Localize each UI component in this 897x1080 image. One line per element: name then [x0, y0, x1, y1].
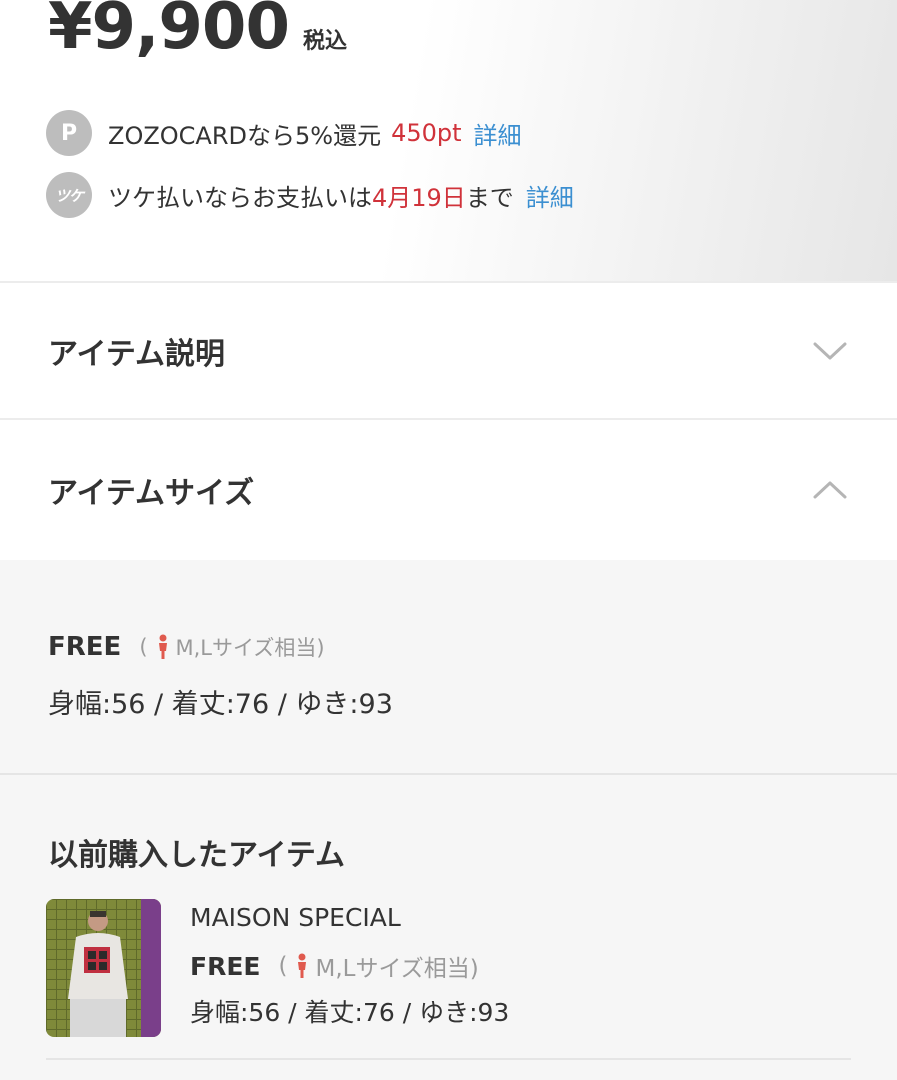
- size-line: FREE ( M,Lサイズ相当): [48, 632, 325, 662]
- size-note-open: (: [139, 635, 148, 659]
- tsuke-row: ツケ ツケ払いならお支払いは 4月19日 まで 詳細: [46, 172, 574, 218]
- tsuke-text-after: まで: [465, 183, 514, 212]
- chevron-up-icon: [813, 481, 847, 498]
- item-description-accordion[interactable]: アイテム説明: [0, 283, 897, 420]
- item-divider: [46, 1058, 851, 1060]
- person-icon: [298, 953, 307, 978]
- tsuke-detail-link[interactable]: 詳細: [526, 178, 574, 213]
- points-icon: P: [46, 110, 92, 156]
- item-description-title: アイテム説明: [48, 336, 225, 372]
- previous-items-title: 以前購入したアイテム: [48, 838, 345, 873]
- price: ¥9,900: [48, 0, 290, 64]
- price-section: ¥9,900 税込 P ZOZOCARDなら5%還元 450pt 詳細 ツケ ツ…: [0, 0, 897, 283]
- item-photo: [46, 899, 161, 1037]
- tsuke-text-before: ツケ払いならお支払いは: [108, 183, 372, 212]
- previous-size-note-open: (: [278, 953, 288, 979]
- tsuke-date: 4月19日: [372, 183, 466, 212]
- previous-item[interactable]: MAISON SPECIAL FREE ( M,Lサイズ相当) 身幅:56 / …: [46, 899, 851, 1059]
- points-detail-link[interactable]: 詳細: [474, 116, 522, 151]
- tax-label: 税込: [302, 29, 347, 54]
- size-measurements: 身幅:56 / 着丈:76 / ゆき:93: [48, 689, 393, 720]
- size-name: FREE: [48, 632, 122, 662]
- price-row: ¥9,900 税込: [48, 0, 347, 64]
- item-size-title: アイテムサイズ: [48, 475, 255, 511]
- size-section: FREE ( M,Lサイズ相当) 身幅:56 / 着丈:76 / ゆき:93 以…: [0, 560, 897, 1080]
- previous-size-note: ( M,Lサイズ相当): [278, 949, 478, 983]
- tsuke-icon: ツケ: [46, 172, 92, 218]
- points-text: ZOZOCARDなら5%還元: [108, 121, 382, 150]
- previous-size-note-text: M,Lサイズ相当): [315, 956, 479, 982]
- chevron-down-icon: [813, 342, 847, 359]
- item-detail-page: ¥9,900 税込 P ZOZOCARDなら5%還元 450pt 詳細 ツケ ツ…: [0, 0, 897, 1080]
- item-brand: MAISON SPECIAL: [190, 903, 401, 932]
- previous-size-name: FREE: [190, 951, 261, 981]
- size-note: ( M,Lサイズ相当): [139, 632, 325, 662]
- section-divider: [0, 773, 897, 775]
- points-amount: 450pt: [391, 119, 462, 147]
- size-note-text: M,Lサイズ相当): [175, 636, 325, 660]
- item-size-accordion[interactable]: アイテムサイズ: [0, 421, 897, 558]
- previous-size-line: FREE ( M,Lサイズ相当): [190, 949, 479, 983]
- person-icon: [158, 634, 167, 659]
- item-thumbnail[interactable]: [46, 899, 161, 1037]
- points-row: P ZOZOCARDなら5%還元 450pt 詳細: [46, 110, 522, 156]
- previous-measurements: 身幅:56 / 着丈:76 / ゆき:93: [190, 998, 510, 1027]
